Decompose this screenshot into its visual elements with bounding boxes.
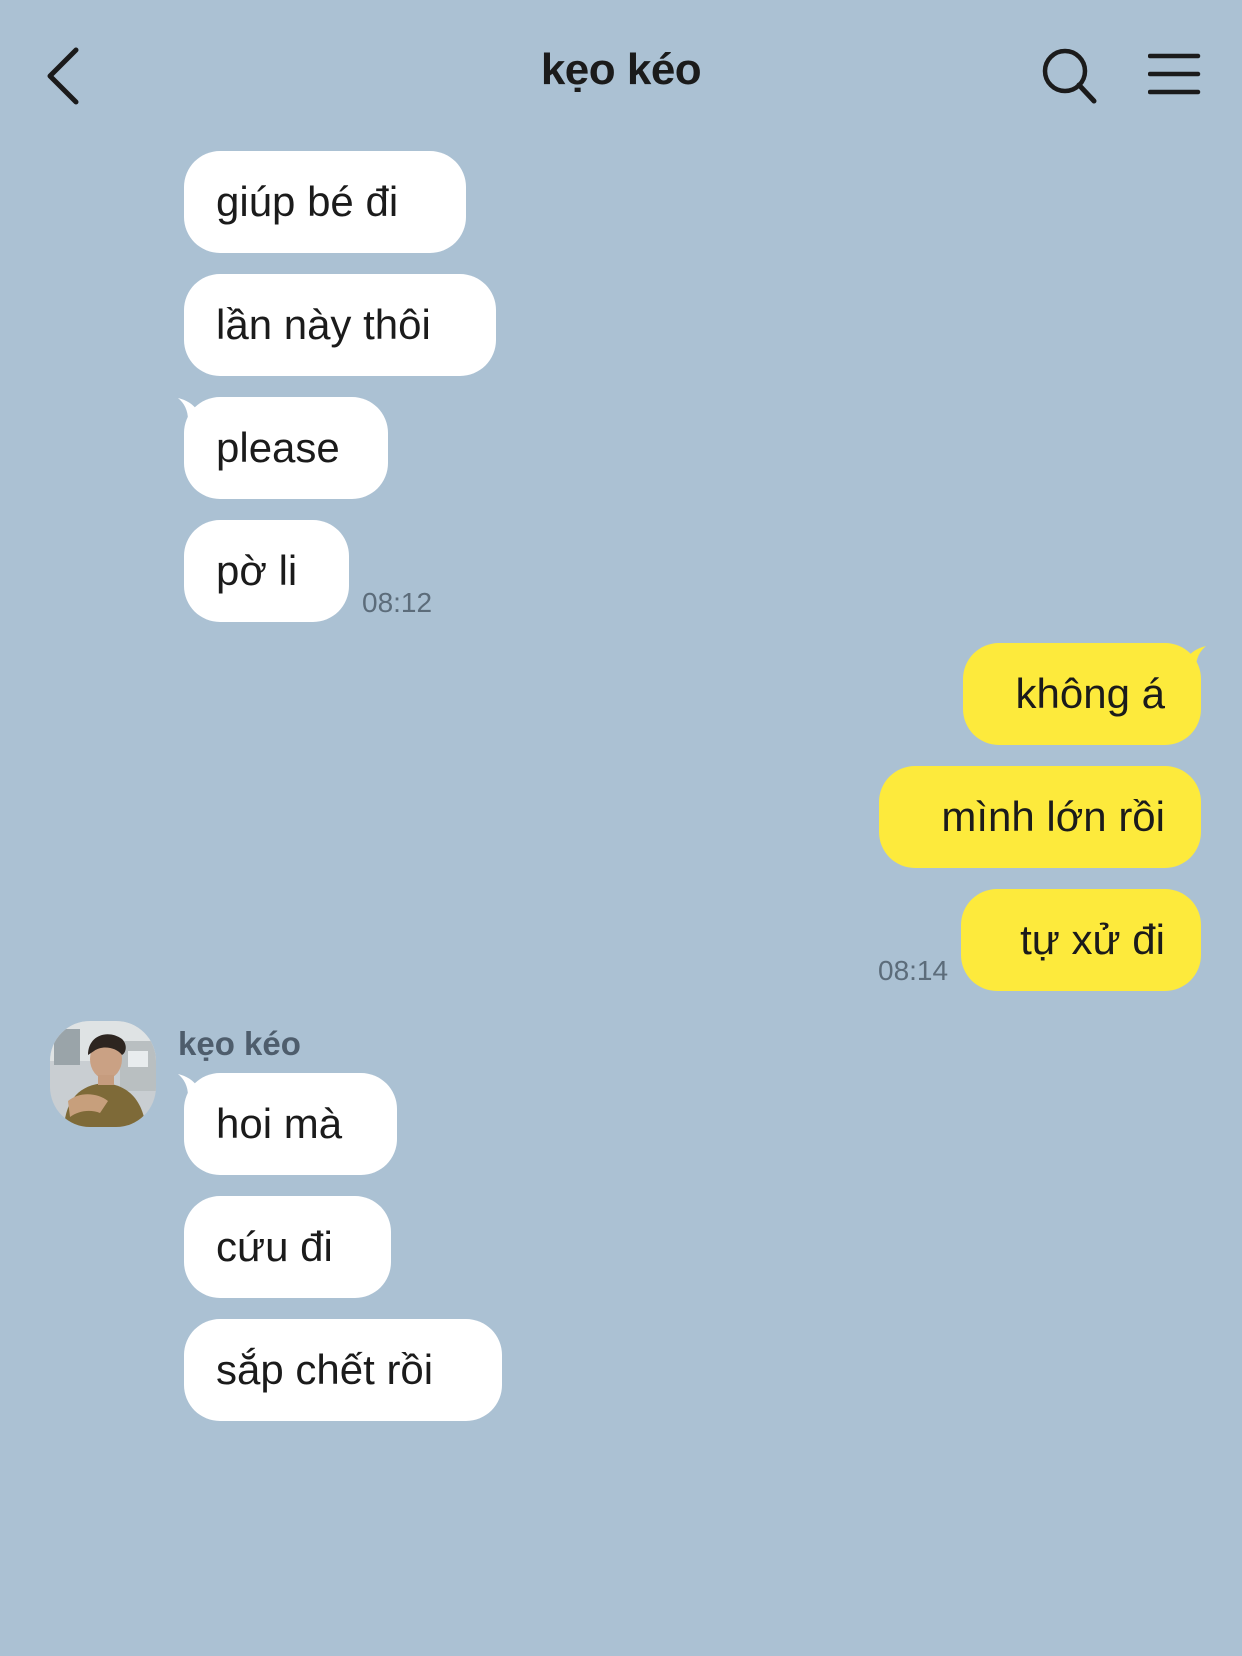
message-text: pờ li bbox=[216, 547, 298, 594]
message-text: please bbox=[216, 424, 340, 471]
message-text: mình lớn rồi bbox=[941, 793, 1165, 840]
menu-button[interactable] bbox=[1147, 52, 1202, 98]
incoming-message-bubble[interactable]: giúp bé đi bbox=[184, 151, 466, 253]
message-text: sắp chết rồi bbox=[216, 1346, 434, 1393]
search-icon bbox=[1042, 48, 1097, 104]
incoming-message-bubble[interactable]: hoi mà bbox=[184, 1073, 397, 1175]
incoming-message-bubble[interactable]: please bbox=[184, 397, 388, 499]
incoming-message-bubble[interactable]: lần này thôi bbox=[184, 274, 496, 376]
message-text: giúp bé đi bbox=[216, 178, 399, 225]
incoming-message-bubble[interactable]: cứu đi bbox=[184, 1196, 391, 1298]
avatar[interactable] bbox=[50, 1021, 156, 1127]
incoming-message-bubble[interactable]: pờ li bbox=[184, 520, 349, 622]
message-timestamp: 08:14 bbox=[878, 955, 949, 986]
message-timestamp: 08:12 bbox=[362, 587, 433, 618]
hamburger-menu-icon bbox=[1147, 53, 1201, 95]
message-text: hoi mà bbox=[216, 1100, 343, 1147]
profile-photo bbox=[50, 1021, 156, 1127]
chat-header: kẹo kéo bbox=[0, 0, 1242, 150]
message-text: tự xử đi bbox=[1020, 916, 1165, 963]
message-text: cứu đi bbox=[216, 1223, 333, 1270]
message-text: lần này thôi bbox=[216, 301, 431, 348]
incoming-message-bubble[interactable]: sắp chết rồi bbox=[184, 1319, 502, 1421]
search-button[interactable] bbox=[1040, 46, 1100, 106]
outgoing-message-bubble[interactable]: tự xử đi bbox=[961, 889, 1201, 991]
sender-name[interactable]: kẹo kéo bbox=[178, 1025, 301, 1063]
outgoing-message-bubble[interactable]: không á bbox=[963, 643, 1201, 745]
outgoing-message-bubble[interactable]: mình lớn rồi bbox=[879, 766, 1201, 868]
message-text: không á bbox=[1015, 670, 1165, 717]
